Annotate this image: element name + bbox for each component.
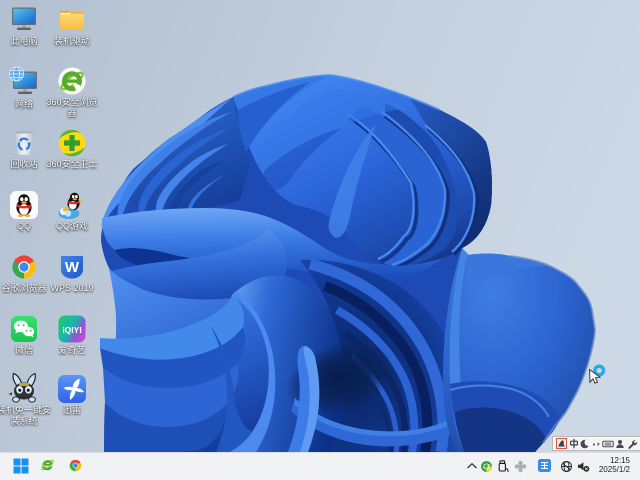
- svg-text:W: W: [65, 259, 80, 276]
- svg-text:iQIYI: iQIYI: [62, 325, 81, 335]
